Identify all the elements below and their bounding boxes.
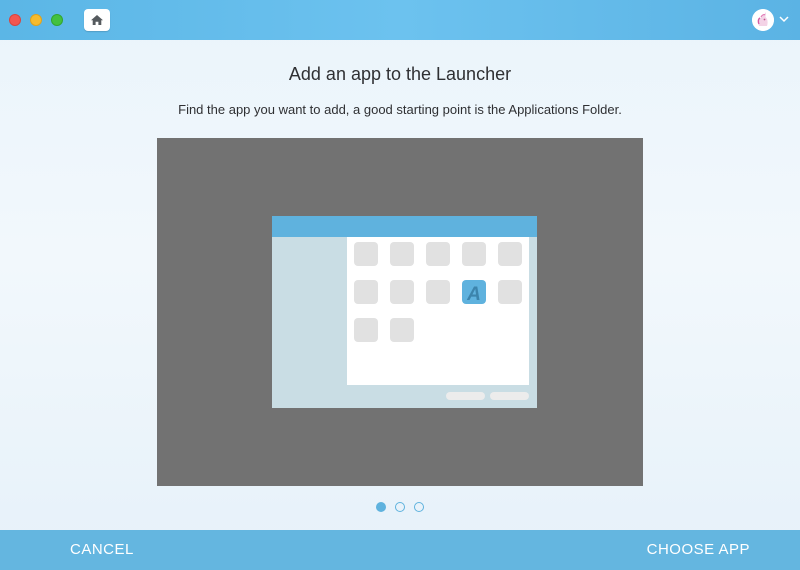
minimize-window-button[interactable] bbox=[30, 14, 42, 26]
footer-bar: CANCEL CHOOSE APP bbox=[0, 530, 800, 570]
home-icon bbox=[91, 15, 103, 25]
applications-folder-illustration: A bbox=[157, 138, 643, 486]
close-window-button[interactable] bbox=[9, 14, 21, 26]
highlighted-app-letter: A bbox=[466, 284, 481, 305]
page-dot-2[interactable] bbox=[395, 502, 405, 512]
page-title: Add an app to the Launcher bbox=[288, 64, 512, 84]
maximize-window-button[interactable] bbox=[51, 14, 63, 26]
instruction-text: Find the app you want to add, a good sta… bbox=[178, 102, 622, 117]
page-dot-1[interactable] bbox=[376, 502, 386, 512]
home-button[interactable] bbox=[84, 9, 110, 31]
chevron-down-icon[interactable] bbox=[779, 15, 789, 23]
choose-app-button[interactable]: CHOOSE APP bbox=[647, 530, 750, 570]
finder-window-illustration: A bbox=[272, 216, 537, 408]
window-titlebar bbox=[0, 0, 800, 40]
cancel-button[interactable]: CANCEL bbox=[70, 530, 134, 570]
pagination-dots bbox=[376, 502, 426, 514]
unicorn-avatar-icon bbox=[752, 9, 774, 31]
page-dot-3[interactable] bbox=[414, 502, 424, 512]
user-avatar[interactable] bbox=[752, 9, 774, 31]
